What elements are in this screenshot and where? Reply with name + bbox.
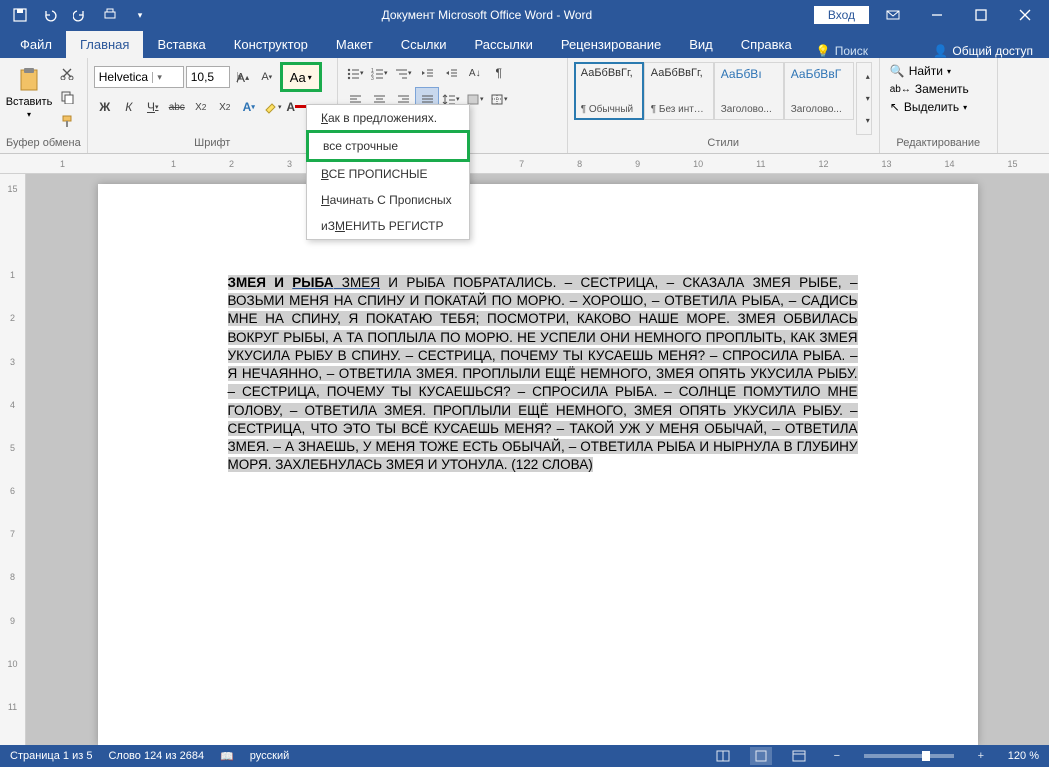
superscript-button[interactable]: X2 [214, 96, 236, 118]
change-case-menu: Как в предложениях. все строчные ВСЕ ПРО… [306, 104, 470, 240]
search-icon: 🔍 [890, 64, 905, 78]
case-toggle-item[interactable]: иЗМЕНИТЬ РЕГИСТР [307, 213, 469, 239]
styles-scroll-down-icon[interactable]: ▾ [857, 91, 879, 105]
group-font: Helvetica▾ 10,5▾ A▴ A▾ Aa▾ Ж К Ч▾ abc X2… [88, 58, 338, 153]
replace-button[interactable]: ab↔Заменить [886, 80, 973, 98]
bold-button[interactable]: Ж [94, 96, 116, 118]
select-button[interactable]: ↖Выделить▾ [886, 98, 971, 116]
style-item-1[interactable]: АаБбВвГг,¶ Без инте... [644, 62, 714, 120]
zoom-out-button[interactable]: − [826, 747, 848, 765]
svg-text:3: 3 [371, 76, 374, 80]
group-clipboard: Вставить ▾ Буфер обмена [0, 58, 88, 153]
tab-view[interactable]: Вид [675, 31, 727, 58]
status-language[interactable]: русский [250, 750, 289, 762]
login-button[interactable]: Вход [814, 6, 869, 24]
spell-check-icon[interactable]: 📖 [220, 750, 234, 763]
tab-design[interactable]: Конструктор [220, 31, 322, 58]
status-page[interactable]: Страница 1 из 5 [10, 750, 92, 762]
ribbon: Вставить ▾ Буфер обмена Helvetica▾ 10,5▾… [0, 58, 1049, 154]
maximize-button[interactable] [961, 1, 1001, 29]
window-title: Документ Microsoft Office Word - Word [160, 8, 814, 22]
share-icon: 👤 [933, 44, 948, 58]
underline-button[interactable]: Ч▾ [142, 96, 164, 118]
workspace: 151234567891011 ЗМЕЯ И РЫБА ЗМЕЯ И РЫБА … [0, 174, 1049, 745]
lightbulb-icon: 💡 [816, 44, 831, 58]
font-color-icon[interactable]: A [286, 96, 308, 118]
shrink-font-icon[interactable]: A▾ [256, 66, 278, 88]
zoom-in-button[interactable]: + [970, 747, 992, 765]
highlight-icon[interactable]: ▾ [262, 96, 284, 118]
qat-dropdown-icon[interactable]: ▾ [128, 3, 152, 27]
format-painter-icon[interactable] [56, 110, 78, 132]
styles-expand-icon[interactable]: ▾ [857, 113, 879, 127]
borders-icon[interactable]: ▾ [488, 88, 510, 110]
zoom-level[interactable]: 120 % [1008, 750, 1039, 762]
decrease-indent-icon[interactable] [416, 62, 438, 84]
case-capitalize-item[interactable]: Начинать С Прописных [307, 187, 469, 213]
close-button[interactable] [1005, 1, 1045, 29]
paste-button[interactable]: Вставить ▾ [6, 62, 52, 123]
style-item-2[interactable]: АаБбВıЗаголово... [714, 62, 784, 120]
status-words[interactable]: Слово 124 из 2684 [108, 750, 204, 762]
sort-icon[interactable]: A↓ [464, 62, 486, 84]
document-page[interactable]: ЗМЕЯ И РЫБА ЗМЕЯ И РЫБА ПОБРАТАЛИСЬ. – С… [98, 184, 978, 745]
tab-references[interactable]: Ссылки [387, 31, 461, 58]
tab-layout[interactable]: Макет [322, 31, 387, 58]
show-marks-icon[interactable]: ¶ [488, 62, 510, 84]
case-sentence-item[interactable]: Как в предложениях. [307, 105, 469, 131]
tab-insert[interactable]: Вставка [143, 31, 219, 58]
font-name-combobox[interactable]: Helvetica▾ [94, 66, 184, 88]
tab-review[interactable]: Рецензирование [547, 31, 675, 58]
print-layout-icon[interactable] [750, 747, 772, 765]
group-styles: АаБбВвГг,¶ ОбычныйАаБбВвГг,¶ Без инте...… [568, 58, 880, 153]
page-area[interactable]: ЗМЕЯ И РЫБА ЗМЕЯ И РЫБА ПОБРАТАЛИСЬ. – С… [26, 174, 1049, 745]
read-mode-icon[interactable] [712, 747, 734, 765]
font-size-combobox[interactable]: 10,5▾ [186, 66, 230, 88]
replace-icon: ab↔ [890, 84, 911, 95]
change-case-button[interactable]: Aa▾ [280, 62, 322, 92]
redo-icon[interactable] [68, 3, 92, 27]
style-item-0[interactable]: АаБбВвГг,¶ Обычный [574, 62, 644, 120]
zoom-slider[interactable] [864, 754, 954, 758]
find-button[interactable]: 🔍Найти▾ [886, 62, 955, 80]
tab-home[interactable]: Главная [66, 31, 143, 58]
undo-icon[interactable] [38, 3, 62, 27]
grow-font-icon[interactable]: A▴ [232, 66, 254, 88]
bullets-icon[interactable]: ▾ [344, 62, 366, 84]
statusbar: Страница 1 из 5 Слово 124 из 2684 📖 русс… [0, 745, 1049, 767]
save-icon[interactable] [8, 3, 32, 27]
share-button[interactable]: 👤 Общий доступ [923, 44, 1043, 58]
multilevel-list-icon[interactable]: ▾ [392, 62, 414, 84]
ribbon-options-icon[interactable] [873, 1, 913, 29]
minimize-button[interactable] [917, 1, 957, 29]
strikethrough-button[interactable]: abc [166, 96, 188, 118]
case-uppercase-item[interactable]: ВСЕ ПРОПИСНЫЕ [307, 161, 469, 187]
style-item-3[interactable]: АаБбВвГЗаголово... [784, 62, 854, 120]
print-preview-icon[interactable] [98, 3, 122, 27]
vertical-ruler[interactable]: 151234567891011 [0, 174, 26, 745]
numbering-icon[interactable]: 123▾ [368, 62, 390, 84]
tab-file[interactable]: Файл [6, 31, 66, 58]
titlebar: ▾ Документ Microsoft Office Word - Word … [0, 0, 1049, 30]
copy-icon[interactable] [56, 86, 78, 108]
italic-button[interactable]: К [118, 96, 140, 118]
web-layout-icon[interactable] [788, 747, 810, 765]
tab-mailings[interactable]: Рассылки [460, 31, 546, 58]
document-text[interactable]: ЗМЕЯ И РЫБА ЗМЕЯ И РЫБА ПОБРАТАЛИСЬ. – С… [228, 274, 858, 474]
cursor-icon: ↖ [890, 100, 900, 114]
group-editing: 🔍Найти▾ ab↔Заменить ↖Выделить▾ Редактиро… [880, 58, 998, 153]
text-effects-icon[interactable]: A▾ [238, 96, 260, 118]
subscript-button[interactable]: X2 [190, 96, 212, 118]
ribbon-tabs: Файл Главная Вставка Конструктор Макет С… [0, 30, 1049, 58]
styles-scroll-up-icon[interactable]: ▴ [857, 70, 879, 84]
tab-help[interactable]: Справка [727, 31, 806, 58]
case-lowercase-item[interactable]: все строчные [306, 130, 470, 162]
search-box[interactable]: 💡 Поиск [806, 44, 878, 58]
increase-indent-icon[interactable] [440, 62, 462, 84]
quick-access-toolbar: ▾ [0, 3, 160, 27]
horizontal-ruler[interactable]: 11234567891011121314151617 [0, 154, 1049, 174]
cut-icon[interactable] [56, 62, 78, 84]
